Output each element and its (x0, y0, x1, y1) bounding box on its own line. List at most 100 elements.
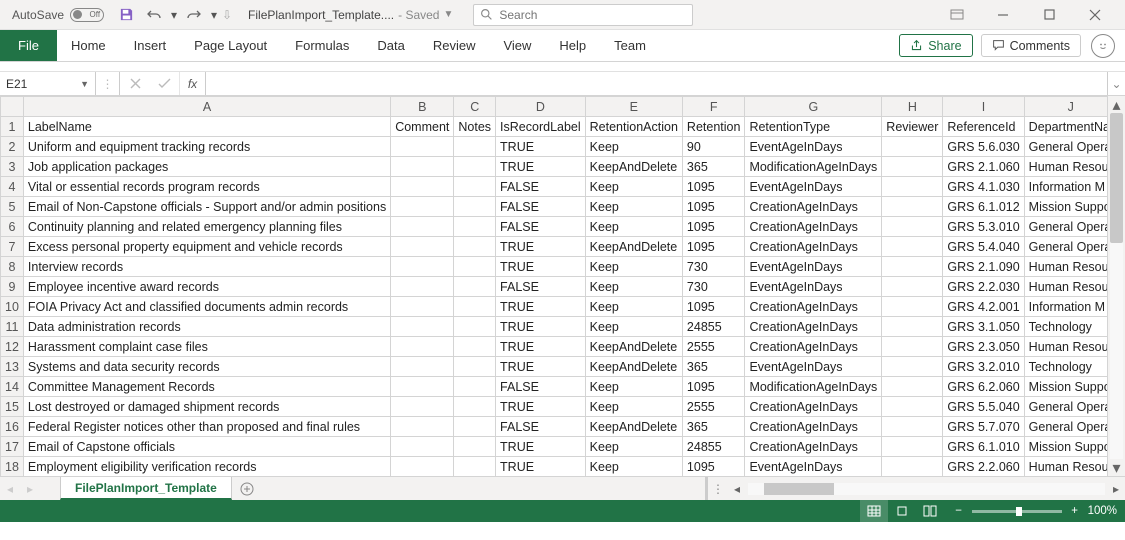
column-header[interactable]: H (882, 97, 943, 117)
cell[interactable]: Information M (1024, 297, 1107, 317)
cell[interactable] (454, 377, 496, 397)
cell[interactable]: CreationAgeInDays (745, 417, 882, 437)
cell[interactable]: 90 (682, 137, 745, 157)
tab-formulas[interactable]: Formulas (281, 30, 363, 61)
cell[interactable]: ModificationAgeInDays (745, 157, 882, 177)
cell[interactable] (454, 217, 496, 237)
cell[interactable] (454, 297, 496, 317)
cell[interactable]: KeepAndDelete (585, 237, 682, 257)
cell[interactable]: TRUE (496, 257, 586, 277)
cell[interactable]: Keep (585, 217, 682, 237)
cell[interactable]: FALSE (496, 377, 586, 397)
cell[interactable]: 24855 (682, 317, 745, 337)
cell[interactable]: TRUE (496, 137, 586, 157)
cell[interactable]: GRS 2.1.090 (943, 257, 1024, 277)
search-input[interactable] (499, 8, 686, 22)
row-header[interactable]: 10 (1, 297, 24, 317)
cell[interactable]: 2555 (682, 337, 745, 357)
cell[interactable] (454, 257, 496, 277)
cell[interactable]: CreationAgeInDays (745, 237, 882, 257)
cell[interactable]: 1095 (682, 217, 745, 237)
cell[interactable]: Technology (1024, 357, 1107, 377)
cell[interactable] (882, 317, 943, 337)
cell[interactable] (882, 417, 943, 437)
cell[interactable] (391, 397, 454, 417)
cell[interactable] (391, 157, 454, 177)
cell[interactable]: General Opera (1024, 137, 1107, 157)
cell[interactable]: EventAgeInDays (745, 257, 882, 277)
cell[interactable] (882, 157, 943, 177)
cell[interactable]: GRS 5.5.040 (943, 397, 1024, 417)
cell[interactable]: Vital or essential records program recor… (23, 177, 390, 197)
column-header[interactable]: B (391, 97, 454, 117)
row-header[interactable]: 1 (1, 117, 24, 137)
cell[interactable]: GRS 5.7.070 (943, 417, 1024, 437)
cell[interactable] (391, 197, 454, 217)
cell[interactable]: Notes (454, 117, 496, 137)
cell[interactable]: Keep (585, 377, 682, 397)
cell[interactable]: Mission Suppo (1024, 197, 1107, 217)
cell[interactable]: RetentionAction (585, 117, 682, 137)
tab-help[interactable]: Help (545, 30, 600, 61)
cell[interactable] (454, 177, 496, 197)
cell[interactable]: General Opera (1024, 417, 1107, 437)
horizontal-scrollbar[interactable]: ⋮ ◂ ▸ (705, 477, 1125, 500)
row-header[interactable]: 7 (1, 237, 24, 257)
scroll-up-icon[interactable]: ▴ (1108, 96, 1125, 113)
cell[interactable] (882, 337, 943, 357)
cell[interactable] (391, 217, 454, 237)
cell[interactable]: GRS 2.2.030 (943, 277, 1024, 297)
cell[interactable] (391, 277, 454, 297)
cell[interactable]: Human Resour (1024, 257, 1107, 277)
cell[interactable] (454, 437, 496, 457)
column-header[interactable]: J (1024, 97, 1107, 117)
cell[interactable] (391, 317, 454, 337)
cell[interactable] (391, 297, 454, 317)
redo-dropdown-icon[interactable]: ▾ (208, 2, 220, 28)
cell[interactable]: Keep (585, 177, 682, 197)
cell[interactable]: EventAgeInDays (745, 137, 882, 157)
cell[interactable]: 1095 (682, 177, 745, 197)
scroll-right-icon[interactable]: ▸ (1107, 482, 1125, 496)
row-header[interactable]: 9 (1, 277, 24, 297)
title-dropdown-icon[interactable]: ▼ (443, 9, 453, 20)
cell[interactable]: Keep (585, 317, 682, 337)
cell[interactable]: FALSE (496, 417, 586, 437)
tab-insert[interactable]: Insert (120, 30, 181, 61)
row-header[interactable]: 11 (1, 317, 24, 337)
column-header[interactable]: D (496, 97, 586, 117)
cell[interactable]: CreationAgeInDays (745, 337, 882, 357)
cell[interactable] (391, 457, 454, 477)
cell[interactable] (454, 357, 496, 377)
column-header[interactable]: E (585, 97, 682, 117)
cell[interactable]: FOIA Privacy Act and classified document… (23, 297, 390, 317)
comments-button[interactable]: Comments (981, 34, 1081, 57)
feedback-smiley-icon[interactable] (1091, 34, 1115, 58)
cell[interactable]: GRS 5.4.040 (943, 237, 1024, 257)
row-header[interactable]: 12 (1, 337, 24, 357)
zoom-in-button[interactable]: + (1068, 505, 1082, 517)
row-header[interactable]: 4 (1, 177, 24, 197)
cell[interactable]: Keep (585, 277, 682, 297)
cell[interactable]: CreationAgeInDays (745, 197, 882, 217)
tab-nav-prev-icon[interactable]: ◂ (0, 477, 20, 500)
view-page-layout-icon[interactable] (888, 500, 916, 522)
cell[interactable] (454, 417, 496, 437)
cell[interactable]: Mission Suppo (1024, 377, 1107, 397)
ribbon-display-options-icon[interactable] (935, 1, 979, 29)
cell[interactable]: CreationAgeInDays (745, 437, 882, 457)
cell[interactable]: GRS 2.2.060 (943, 457, 1024, 477)
cell[interactable] (391, 337, 454, 357)
vertical-scroll-thumb[interactable] (1110, 113, 1123, 243)
scroll-down-icon[interactable]: ▾ (1108, 459, 1125, 476)
cell[interactable]: GRS 6.2.060 (943, 377, 1024, 397)
cell[interactable]: TRUE (496, 157, 586, 177)
cell[interactable]: KeepAndDelete (585, 357, 682, 377)
cell[interactable]: TRUE (496, 337, 586, 357)
row-header[interactable]: 18 (1, 457, 24, 477)
column-header[interactable]: G (745, 97, 882, 117)
cell[interactable] (882, 297, 943, 317)
row-header[interactable]: 13 (1, 357, 24, 377)
cell[interactable]: Human Resour (1024, 277, 1107, 297)
cell[interactable]: Technology (1024, 317, 1107, 337)
